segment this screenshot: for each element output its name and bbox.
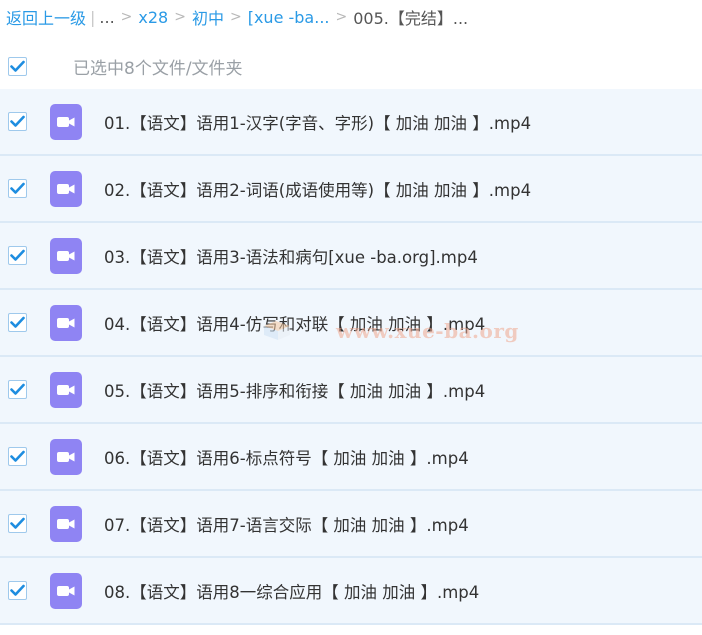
breadcrumb-item-junior[interactable]: 初中 [192, 5, 224, 29]
file-name[interactable]: 07.【语文】语用7-语言交际【 加油 加油 】.mp4 [104, 512, 469, 536]
file-row-8[interactable]: 08.【语文】语用8一综合应用【 加油 加油 】.mp4 [0, 558, 702, 625]
file-row-1[interactable]: 01.【语文】语用1-汉字(字音、字形)【 加油 加油 】.mp4 [0, 89, 702, 156]
chevron-right-icon: > [174, 9, 186, 25]
video-file-icon [50, 237, 82, 274]
file-checkbox[interactable] [8, 313, 27, 332]
checkmark-icon [10, 517, 25, 529]
file-row-3[interactable]: 03.【语文】语用3-语法和病句[xue -ba.org].mp4 [0, 223, 702, 290]
file-row-2[interactable]: 02.【语文】语用2-词语(成语使用等)【 加油 加油 】.mp4 [0, 156, 702, 223]
chevron-right-icon: > [335, 9, 348, 25]
checkmark-icon [10, 316, 25, 328]
file-name[interactable]: 02.【语文】语用2-词语(成语使用等)【 加油 加油 】.mp4 [104, 177, 531, 201]
breadcrumb-divider: | [90, 7, 96, 27]
checkmark-icon [10, 60, 25, 72]
file-checkbox[interactable] [8, 179, 27, 198]
video-file-icon [50, 103, 82, 140]
breadcrumb-item-xueba[interactable]: [xue -ba... [248, 8, 330, 27]
checkmark-icon [10, 383, 25, 395]
breadcrumb: 返回上一级 | ... > x28 > 初中 > [xue -ba... > 0… [0, 0, 702, 34]
chevron-right-icon: > [120, 9, 133, 25]
checkmark-icon [10, 584, 25, 596]
select-all-checkbox[interactable] [8, 56, 27, 76]
video-file-icon [50, 572, 82, 609]
file-name[interactable]: 05.【语文】语用5-排序和衔接【 加油 加油 】.mp4 [104, 378, 485, 402]
file-checkbox[interactable] [8, 581, 27, 600]
file-checkbox[interactable] [8, 112, 27, 131]
checkmark-icon [10, 115, 25, 127]
checkmark-icon [10, 249, 25, 261]
file-name[interactable]: 03.【语文】语用3-语法和病句[xue -ba.org].mp4 [104, 244, 478, 268]
file-checkbox[interactable] [8, 447, 27, 466]
file-checkbox[interactable] [8, 514, 27, 533]
select-all-bar: 已选中8个文件/文件夹 [0, 44, 702, 88]
file-list: 01.【语文】语用1-汉字(字音、字形)【 加油 加油 】.mp4 02.【语文… [0, 89, 702, 625]
file-row-5[interactable]: 05.【语文】语用5-排序和衔接【 加油 加油 】.mp4 [0, 357, 702, 424]
file-checkbox[interactable] [8, 380, 27, 399]
checkmark-icon [10, 450, 25, 462]
file-name[interactable]: 08.【语文】语用8一综合应用【 加油 加油 】.mp4 [104, 579, 479, 603]
video-file-icon [50, 371, 82, 408]
file-name[interactable]: 06.【语文】语用6-标点符号【 加油 加油 】.mp4 [104, 445, 469, 469]
file-row-7[interactable]: 07.【语文】语用7-语言交际【 加油 加油 】.mp4 [0, 491, 702, 558]
breadcrumb-item-x28[interactable]: x28 [138, 8, 168, 27]
file-row-4[interactable]: 04.【语文】语用4-仿写和对联【 加油 加油 】.mp4 [0, 290, 702, 357]
breadcrumb-current: 005.【完结】... [353, 9, 469, 28]
chevron-right-icon: > [229, 9, 242, 25]
video-file-icon [50, 505, 82, 542]
file-row-6[interactable]: 06.【语文】语用6-标点符号【 加油 加油 】.mp4 [0, 424, 702, 491]
checkmark-icon [10, 182, 25, 194]
video-file-icon [50, 304, 82, 341]
file-name[interactable]: 01.【语文】语用1-汉字(字音、字形)【 加油 加油 】.mp4 [104, 110, 531, 134]
back-link[interactable]: 返回上一级 [6, 5, 86, 29]
file-name[interactable]: 04.【语文】语用4-仿写和对联【 加油 加油 】.mp4 [104, 311, 485, 335]
breadcrumb-ellipsis[interactable]: ... [99, 8, 114, 27]
video-file-icon [50, 170, 82, 207]
file-checkbox[interactable] [8, 246, 27, 265]
video-file-icon [50, 438, 82, 475]
selection-count-label: 已选中8个文件/文件夹 [73, 58, 243, 79]
